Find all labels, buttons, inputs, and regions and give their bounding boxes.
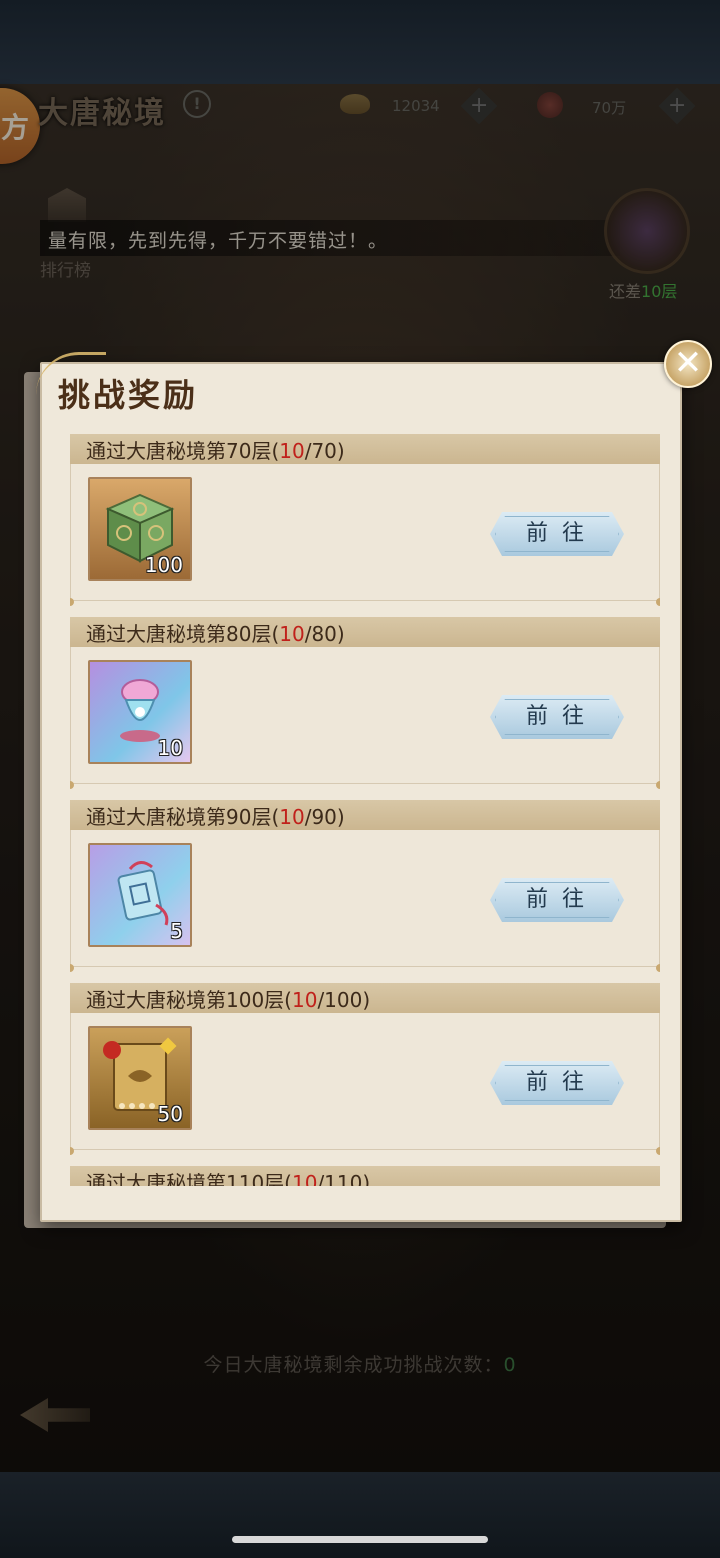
reward-row: 通过大唐秘境第70层(10/70) 100 前往: [70, 434, 660, 606]
reward-row-header: 通过大唐秘境第100层(10/100): [70, 983, 660, 1013]
reward-condition: 通过大唐秘境第80层(: [86, 622, 280, 646]
reward-row-header: 通过大唐秘境第90层(10/90): [70, 800, 660, 830]
home-indicator[interactable]: [232, 1536, 488, 1543]
reward-condition: 通过大唐秘境第70层(: [86, 439, 280, 463]
reward-row-title: 通过大唐秘境第110层(10/110): [86, 1167, 370, 1186]
reward-progress: 10: [291, 988, 318, 1012]
reward-row-title: 通过大唐秘境第100层(10/100): [86, 984, 370, 1013]
reward-progress: 10: [291, 1171, 318, 1186]
reward-row: 通过大唐秘境第90层(10/90) 5 前往: [70, 800, 660, 972]
reward-row-title: 通过大唐秘境第70层(10/70): [86, 435, 345, 464]
reward-total: /70): [304, 439, 345, 463]
reward-progress: 10: [279, 622, 305, 646]
reward-total: /90): [304, 805, 345, 829]
reward-condition: 通过大唐秘境第90层(: [86, 805, 280, 829]
reward-row: 通过大唐秘境第100层(10/100) 50 前往: [70, 983, 660, 1155]
close-button[interactable]: ✕: [664, 340, 712, 388]
reward-row-header: 通过大唐秘境第70层(10/70): [70, 434, 660, 464]
reward-progress: 10: [279, 805, 305, 829]
item-count: 10: [157, 736, 183, 760]
reward-row-header: 通过大唐秘境第80层(10/80): [70, 617, 660, 647]
system-nav-bar: [0, 1472, 720, 1558]
go-button[interactable]: 前往: [490, 878, 624, 922]
panel-title: 挑战奖励: [58, 376, 199, 414]
item-count: 5: [170, 919, 183, 943]
status-bar: [0, 0, 720, 84]
item-count: 50: [157, 1102, 183, 1126]
item-count: 100: [144, 553, 183, 577]
reward-row: 通过大唐秘境第110层(10/110): [70, 1166, 660, 1186]
reward-row-title: 通过大唐秘境第90层(10/90): [86, 801, 345, 830]
reward-item-slot[interactable]: 100: [88, 477, 192, 581]
reward-row: 通过大唐秘境第80层(10/80) 10 前往: [70, 617, 660, 789]
go-button[interactable]: 前往: [490, 512, 624, 556]
reward-item-slot[interactable]: 10: [88, 660, 192, 764]
reward-list[interactable]: 通过大唐秘境第70层(10/70) 100 前往 通过大唐秘境第80层(10/8…: [70, 434, 660, 1186]
reward-total: /80): [304, 622, 345, 646]
reward-item-slot[interactable]: 50: [88, 1026, 192, 1130]
reward-total: /100): [317, 988, 371, 1012]
reward-condition: 通过大唐秘境第100层(: [86, 988, 292, 1012]
reward-total: /110): [317, 1171, 371, 1186]
xia-token-icon: [117, 861, 169, 926]
reward-row-title: 通过大唐秘境第80层(10/80): [86, 618, 345, 647]
go-button[interactable]: 前往: [490, 1061, 624, 1105]
reward-row-header: 通过大唐秘境第110层(10/110): [70, 1166, 660, 1186]
go-button[interactable]: 前往: [490, 695, 624, 739]
reward-item-slot[interactable]: 5: [88, 843, 192, 947]
reward-condition: 通过大唐秘境第110层(: [86, 1171, 292, 1186]
reward-progress: 10: [279, 439, 305, 463]
